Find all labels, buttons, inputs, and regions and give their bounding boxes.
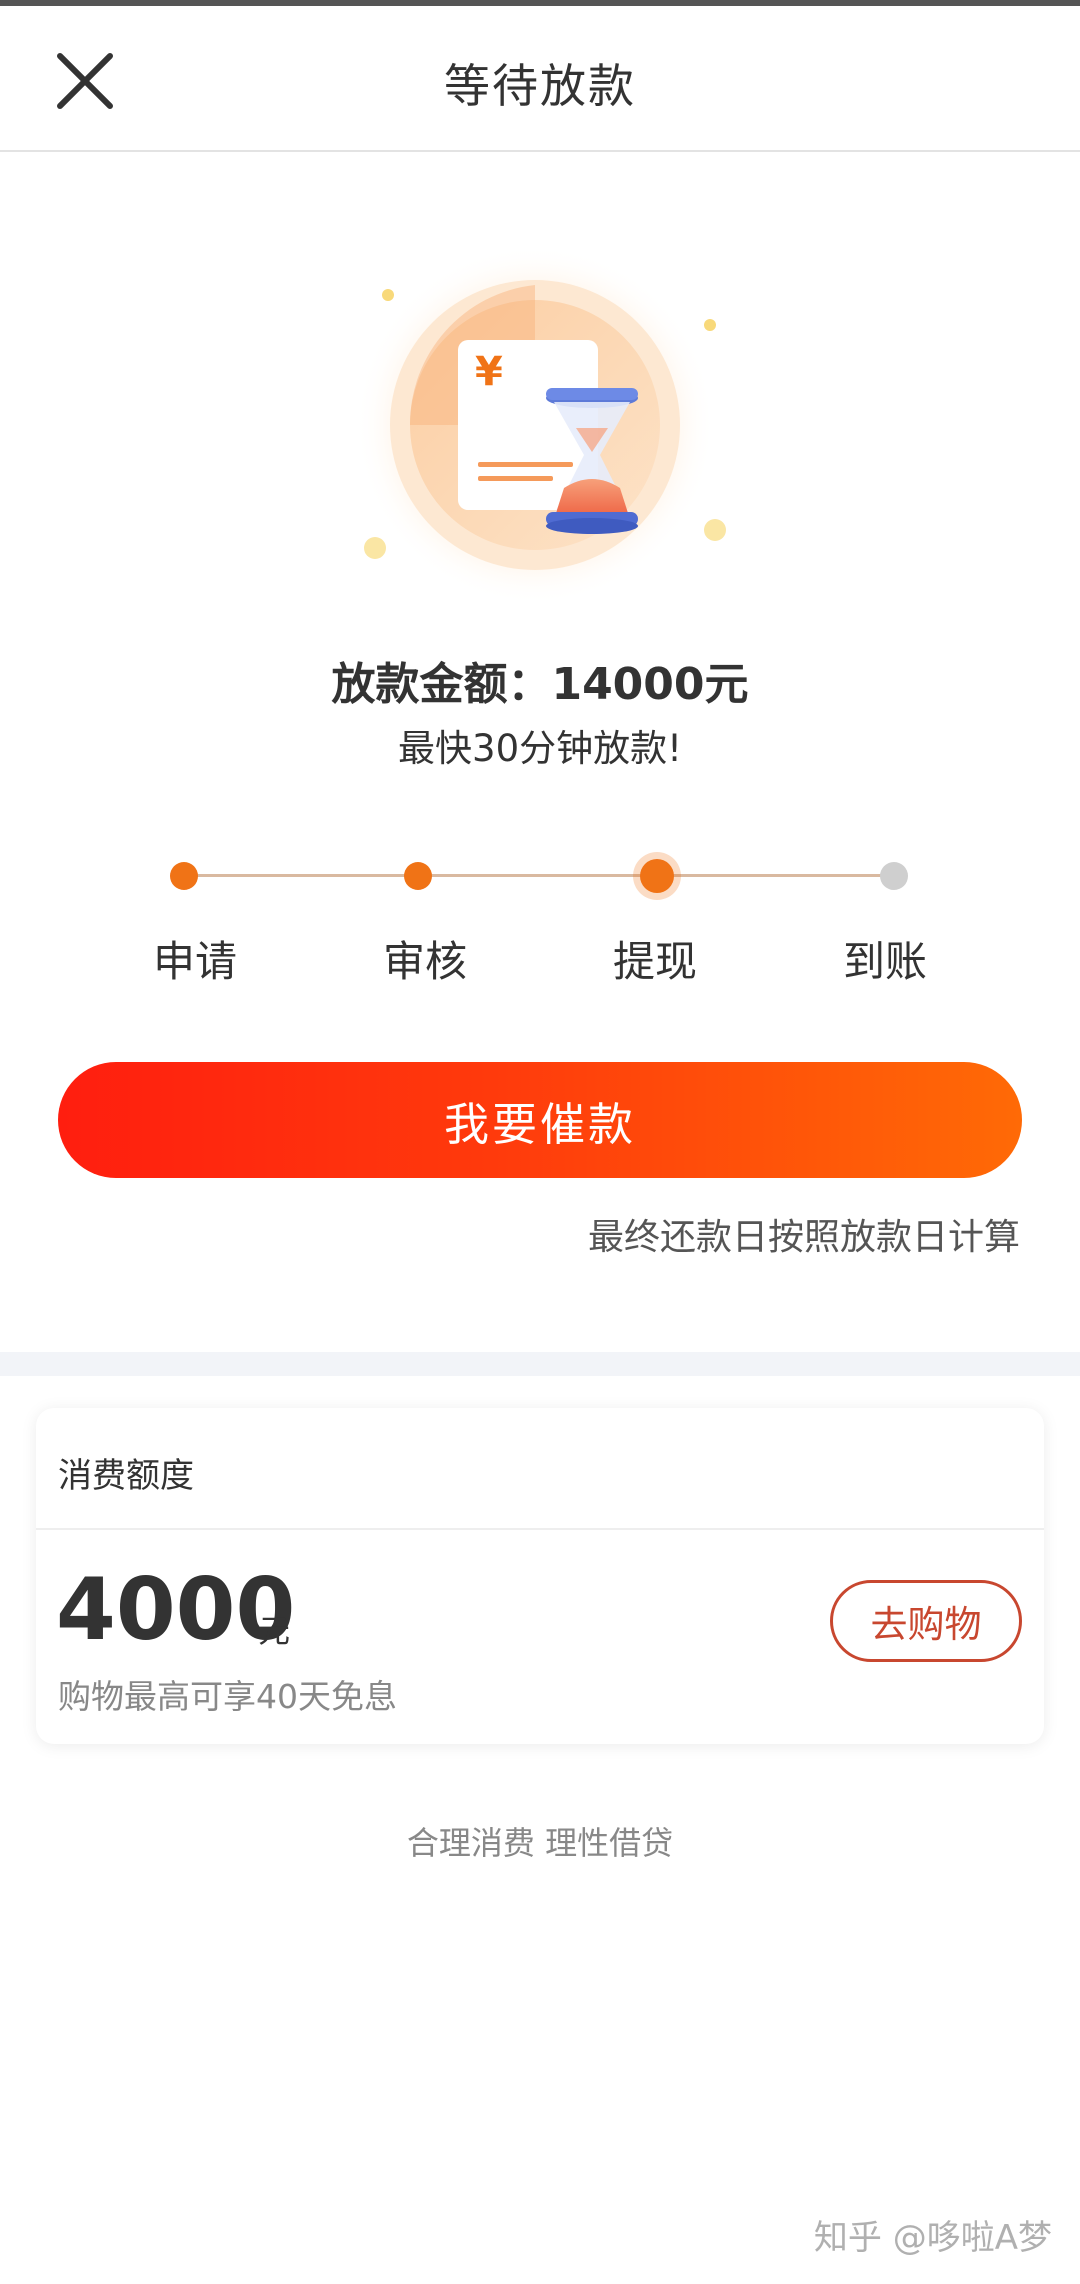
footer-slogan: 合理消费 理性借贷 [406,1824,674,1862]
step-dot-withdraw [640,859,674,893]
loan-speed-note: 最快30分钟放款! [398,727,682,770]
credit-amount-unit: 元 [258,1612,291,1650]
card-divider [36,1528,1044,1530]
step-dot-apply [170,862,198,890]
progress-track [184,874,894,877]
credit-card-title: 消费额度 [58,1456,194,1496]
loan-amount: 放款金额：14000元 [331,659,749,710]
credit-description: 购物最高可享40天免息 [58,1677,397,1716]
money-hourglass-illustration: ¥ [330,230,750,630]
repayment-note: 最终还款日按照放款日计算 [587,1217,1020,1258]
top-bar: 等待放款 [0,6,1080,152]
section-divider [0,1352,1080,1376]
progress-steps: 申请 审核 提现 到账 [0,840,1080,990]
step-dot-review [404,862,432,890]
go-shopping-button[interactable]: 去购物 [830,1580,1022,1662]
step-label-apply: 申请 [152,937,237,986]
page-title: 等待放款 [444,59,636,113]
urge-payout-button[interactable]: 我要催款 [58,1062,1022,1178]
step-label-withdraw: 提现 [612,937,697,986]
currency-symbol: ¥ [475,349,503,395]
watermark: 知乎 @哆啦A梦 [813,2218,1052,2258]
step-label-review: 审核 [382,937,467,986]
step-label-arrival: 到账 [842,937,927,986]
credit-limit-card: 消费额度 4000 元 购物最高可享40天免息 去购物 [36,1408,1044,1744]
step-dot-arrival [880,862,908,890]
